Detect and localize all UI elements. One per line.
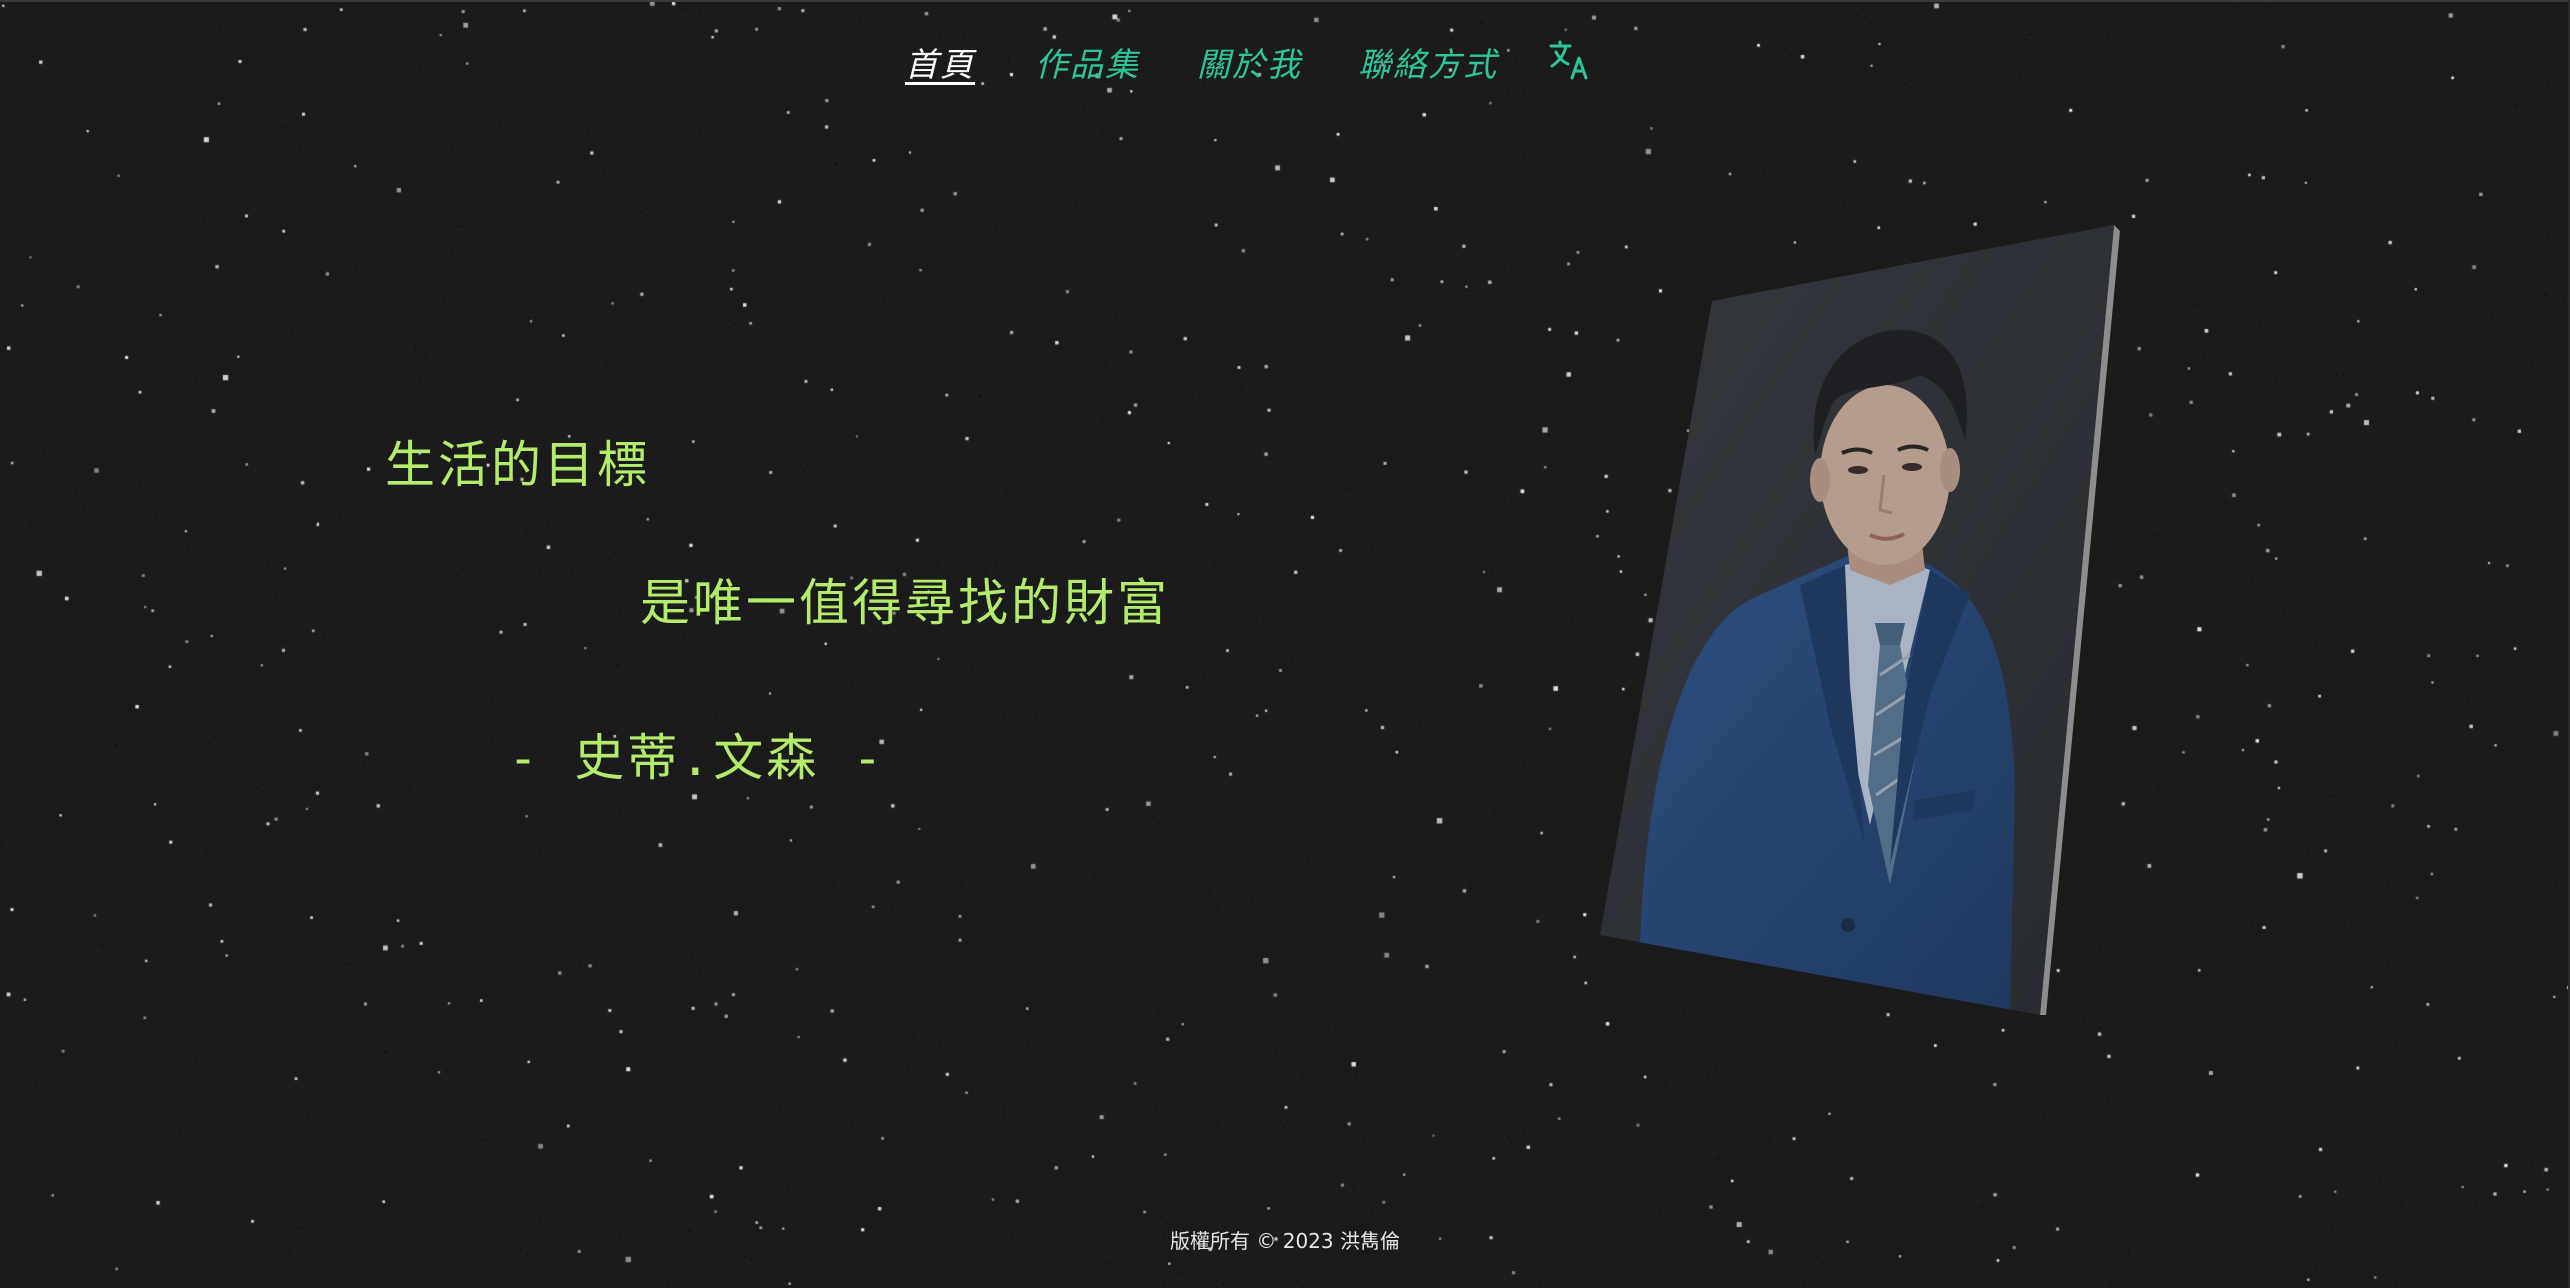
nav-link-contact[interactable]: 聯絡方式	[1358, 38, 1498, 86]
quote-attribution: - 史蒂.文森 -	[508, 729, 886, 787]
page-root: 首頁 作品集 關於我 聯絡方式 生活的目標 是唯一值得尋找的財富 - 史蒂.文森…	[0, 0, 2570, 1288]
main-nav: 首頁 作品集 關於我 聯絡方式	[0, 38, 2570, 88]
footer-copyright: 版權所有 © 2023 洪雋倫	[1170, 1229, 1400, 1253]
quote-line-2: 是唯一值得尋找的財富	[640, 574, 1170, 632]
translate-icon[interactable]	[1548, 38, 1592, 82]
top-border	[0, 0, 2570, 2]
nav-link-portfolio[interactable]: 作品集	[1035, 38, 1140, 86]
starfield-background	[0, 0, 2570, 1288]
quote-line-1: 生活的目標	[385, 436, 650, 494]
profile-photo	[1600, 225, 2120, 1015]
nav-link-home[interactable]: 首頁	[905, 38, 975, 86]
nav-link-about[interactable]: 關於我	[1197, 38, 1302, 86]
